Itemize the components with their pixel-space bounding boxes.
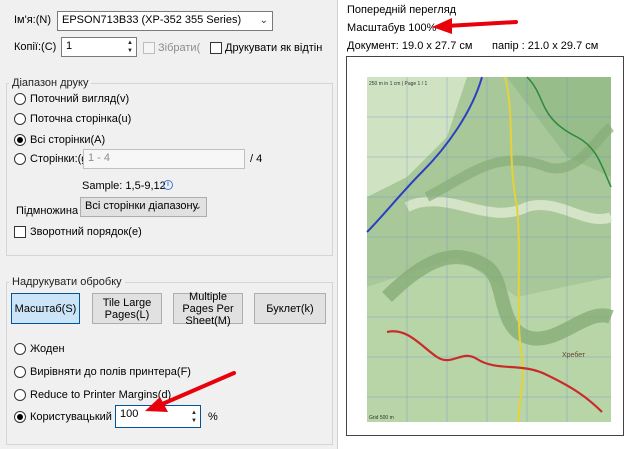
annotation-arrow-scale — [158, 371, 236, 407]
annotation-overlay — [145, 18, 518, 412]
annotation-arrow-zoom — [444, 20, 518, 28]
annotation-arrowhead — [432, 18, 452, 34]
